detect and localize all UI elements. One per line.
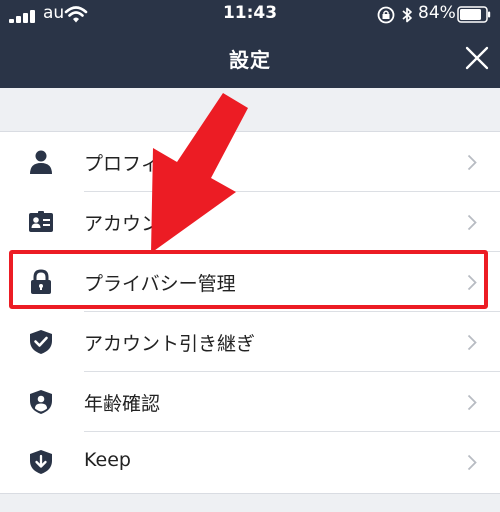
settings-list: プロフィール アカウント プライバシー管理 アカウント引き継ぎ 年齢確認 Kee… — [0, 131, 500, 494]
settings-item-account-transfer[interactable]: アカウント引き継ぎ — [0, 312, 500, 372]
settings-item-label: プロフィール — [84, 153, 198, 175]
settings-item-account[interactable]: アカウント — [0, 192, 500, 252]
settings-item-keep[interactable]: Keep — [0, 432, 500, 492]
bluetooth-icon — [402, 7, 412, 23]
settings-item-label: アカウント引き継ぎ — [84, 333, 256, 355]
page-title: 設定 — [229, 48, 271, 72]
chevron-right-icon — [467, 214, 477, 231]
keep-download-icon — [30, 450, 52, 474]
settings-item-age-verification[interactable]: 年齢確認 — [0, 372, 500, 432]
shield-check-icon — [30, 330, 52, 354]
chevron-right-icon — [467, 394, 477, 411]
close-icon[interactable] — [464, 45, 490, 71]
battery-percent: 84% — [418, 3, 456, 23]
app-header: au 11:43 84% 設定 — [0, 0, 500, 88]
chevron-right-icon — [467, 334, 477, 351]
settings-item-label: 年齢確認 — [84, 393, 161, 415]
status-bar: au 11:43 84% — [0, 0, 500, 30]
rotation-lock-icon — [377, 6, 395, 24]
settings-item-label: アカウント — [84, 213, 180, 235]
highlight-box — [9, 250, 488, 309]
person-icon — [30, 150, 52, 174]
shield-person-icon — [30, 390, 52, 414]
settings-item-label: Keep — [84, 449, 131, 471]
chevron-right-icon — [467, 154, 477, 171]
id-card-icon — [29, 211, 53, 232]
settings-item-profile[interactable]: プロフィール — [0, 132, 500, 192]
chevron-right-icon — [467, 454, 477, 471]
battery-icon — [457, 6, 491, 23]
